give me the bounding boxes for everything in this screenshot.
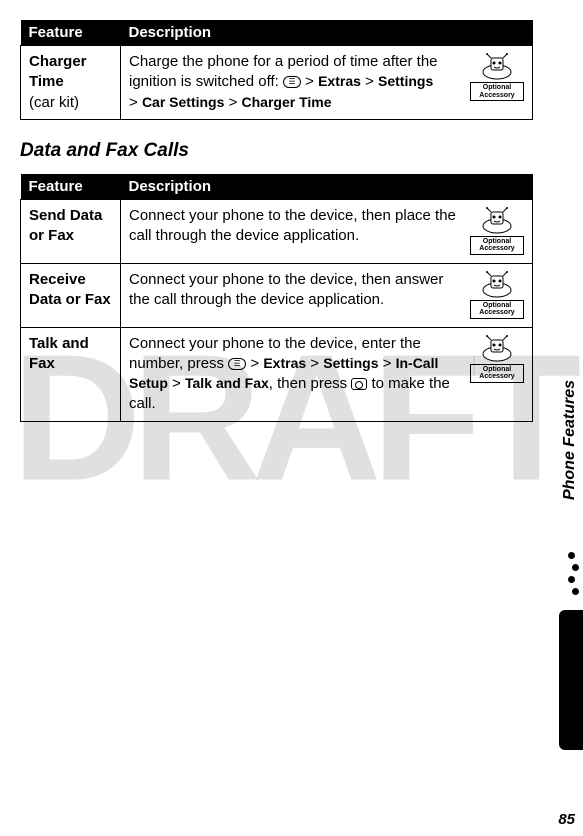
page-number: 85 — [558, 811, 575, 828]
optional-accessory-badge: Optional Accessory — [470, 334, 524, 385]
feature-cell: Send Data or Fax — [21, 199, 121, 263]
feature-cell: Charger Time (car kit) — [21, 46, 121, 120]
page-content: Feature Description Charger Time (car ki… — [0, 0, 583, 462]
col-feature: Feature — [21, 20, 121, 46]
menu-path: Extras — [318, 73, 361, 89]
col-feature: Feature — [21, 174, 121, 200]
accessory-label: Optional Accessory — [470, 364, 524, 383]
menu-path: Charger Time — [242, 94, 332, 110]
accessory-label: Optional Accessory — [470, 82, 524, 101]
menu-key-icon: ☰ — [283, 76, 301, 88]
accessory-label: Optional Accessory — [470, 300, 524, 319]
description-cell: Optional Accessory Connect your phone to… — [121, 199, 533, 263]
desc-text: Connect your phone to the device, then p… — [129, 207, 456, 244]
charger-time-table: Feature Description Charger Time (car ki… — [20, 20, 533, 120]
table-row: Charger Time (car kit) Optional Accessor… — [21, 46, 533, 120]
table-row: Send Data or Fax Optional Accessory Conn… — [21, 199, 533, 263]
menu-path: Extras — [263, 355, 306, 371]
description-cell: Optional Accessory Connect your phone to… — [121, 263, 533, 327]
optional-accessory-badge: Optional Accessory — [470, 52, 524, 103]
send-key-icon — [351, 378, 367, 390]
side-tab-marker — [559, 610, 583, 750]
menu-path: Talk and Fax — [185, 375, 269, 391]
feature-cell: Receive Data or Fax — [21, 263, 121, 327]
col-description: Description — [121, 20, 533, 46]
accessory-label: Optional Accessory — [470, 236, 524, 255]
menu-path: Settings — [378, 73, 433, 89]
section-heading: Data and Fax Calls — [20, 140, 533, 162]
desc-text: Connect your phone to the device, then a… — [129, 271, 443, 308]
feature-sub: (car kit) — [29, 94, 79, 111]
menu-path: Settings — [323, 355, 378, 371]
feature-cell: Talk and Fax — [21, 327, 121, 421]
table-row: Talk and Fax Optional Accessory Connect … — [21, 327, 533, 421]
col-description: Description — [121, 174, 533, 200]
menu-key-icon: ☰ — [228, 358, 246, 370]
menu-path: Car Settings — [142, 94, 224, 110]
description-cell: Optional Accessory Connect your phone to… — [121, 327, 533, 421]
table-row: Receive Data or Fax Optional Accessory C… — [21, 263, 533, 327]
description-cell: Optional Accessory Charge the phone for … — [121, 46, 533, 120]
desc-text: , then press — [269, 375, 352, 392]
feature-name: Charger Time — [29, 53, 87, 90]
optional-accessory-badge: Optional Accessory — [470, 206, 524, 257]
side-dots-icon — [568, 547, 579, 600]
data-fax-table: Feature Description Send Data or Fax Opt… — [20, 174, 533, 422]
optional-accessory-badge: Optional Accessory — [470, 270, 524, 321]
